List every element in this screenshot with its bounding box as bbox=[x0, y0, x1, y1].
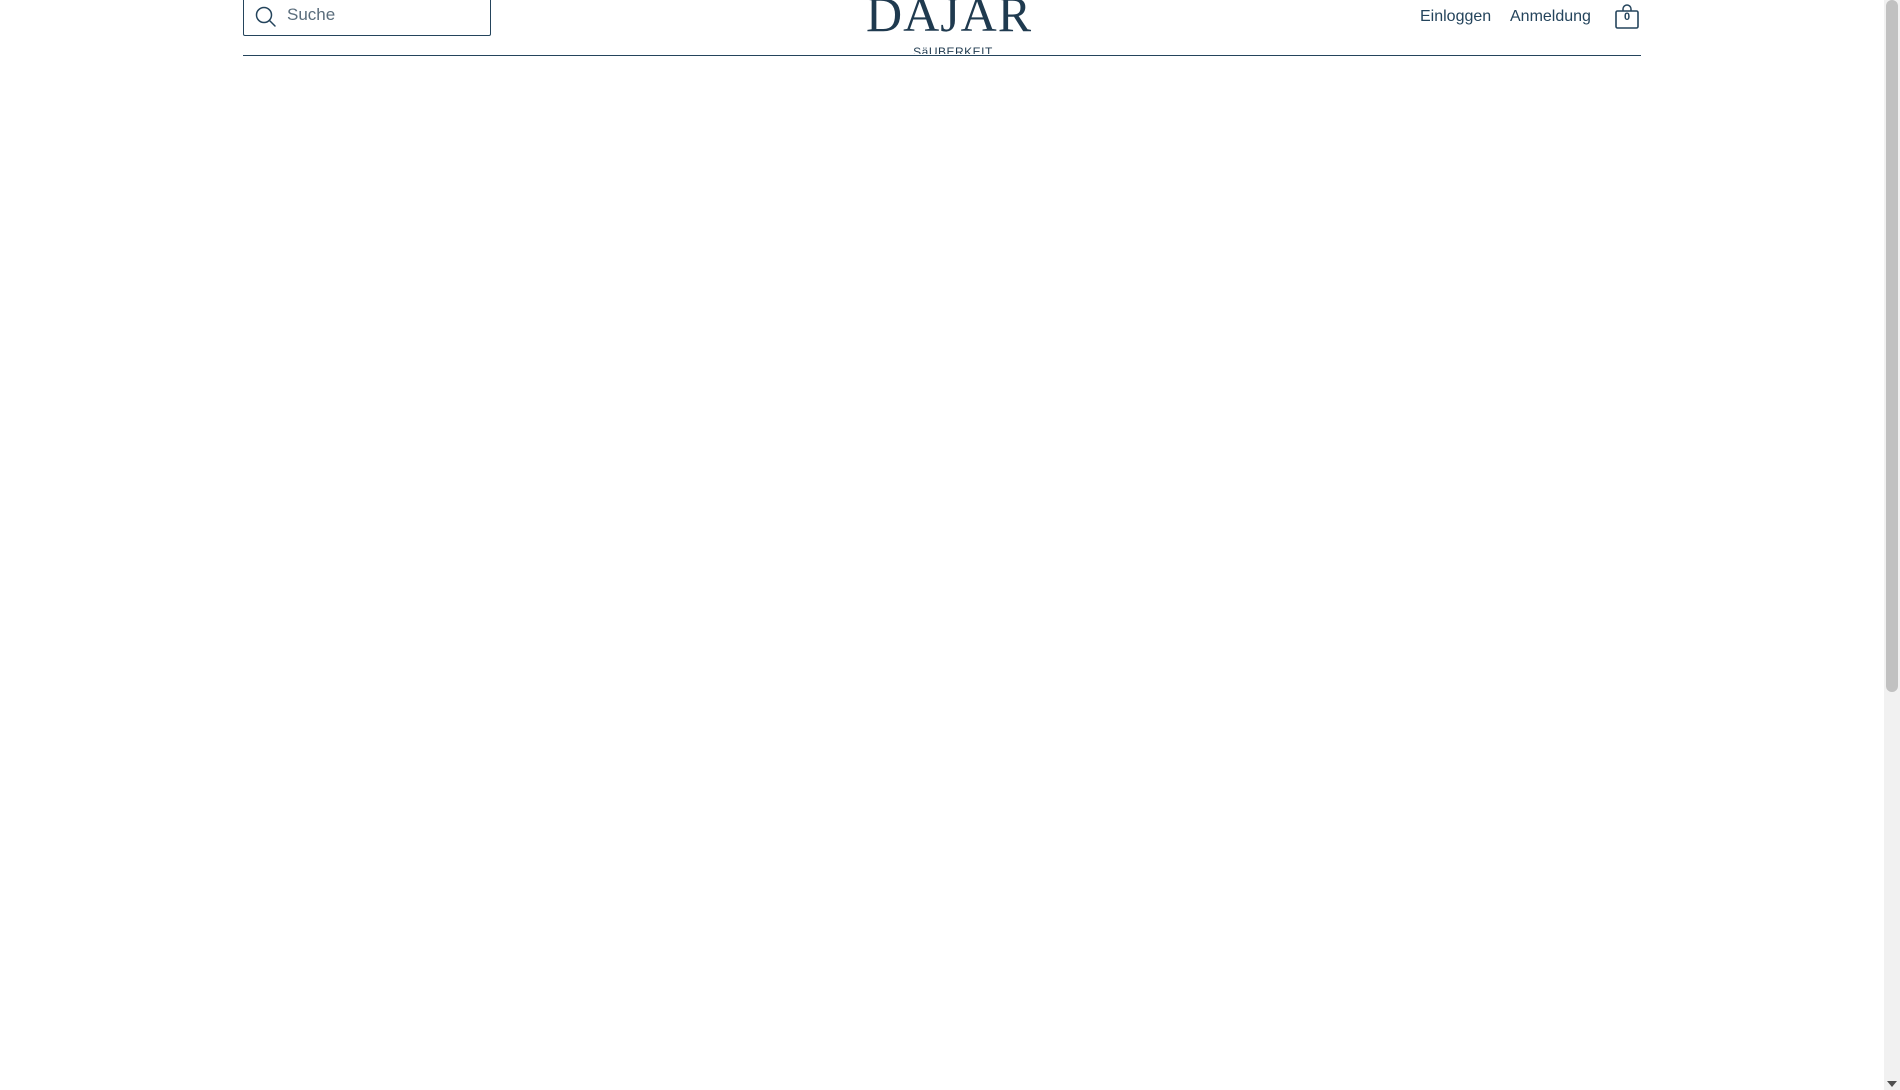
cart-button[interactable]: 0 bbox=[1614, 3, 1640, 29]
scroll-down-arrow-icon[interactable] bbox=[1887, 1081, 1897, 1087]
main-content bbox=[0, 56, 1884, 1090]
search-input[interactable] bbox=[287, 0, 482, 31]
browser-viewport: DAJAR SäUBERKEIT Einloggen Anmeldung 0 bbox=[0, 0, 1900, 1090]
vertical-scrollbar[interactable] bbox=[1884, 0, 1900, 1090]
login-link[interactable]: Einloggen bbox=[1420, 8, 1491, 26]
search-box[interactable] bbox=[243, 0, 491, 36]
register-link[interactable]: Anmeldung bbox=[1510, 8, 1591, 26]
scrollbar-thumb[interactable] bbox=[1886, 0, 1898, 692]
search-icon[interactable] bbox=[254, 5, 278, 29]
cart-count: 0 bbox=[1623, 11, 1631, 23]
page: DAJAR SäUBERKEIT Einloggen Anmeldung 0 bbox=[0, 0, 1884, 1090]
site-logo[interactable]: DAJAR bbox=[866, 0, 1031, 40]
site-header: DAJAR SäUBERKEIT Einloggen Anmeldung 0 bbox=[243, 0, 1641, 56]
